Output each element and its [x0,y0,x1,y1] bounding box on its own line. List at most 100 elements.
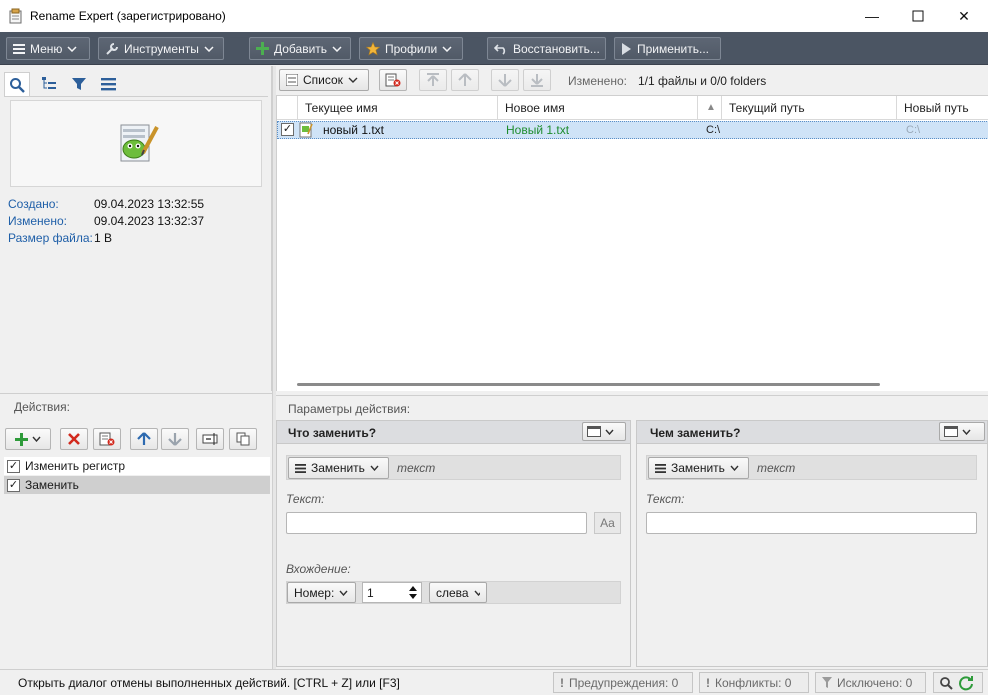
hamburger-icon [655,463,666,473]
list-icon [101,78,116,91]
row-checkbox[interactable]: ✓ [281,123,294,141]
modified-label: Изменено: [8,214,67,228]
refresh-icon [959,675,973,690]
chevron-down-icon [67,45,77,52]
tab-search[interactable] [4,72,30,96]
arrow-bottom-icon [531,74,543,87]
notepad-file-icon [113,119,161,170]
play-icon [622,42,631,55]
size-value: 1 B [94,231,113,245]
occurrence-strip: Номер: 1 слева [286,581,621,604]
copy-action-button[interactable] [229,428,257,450]
chevron-down-icon [348,77,358,83]
close-button[interactable]: ✕ [941,0,987,32]
replace-mode-select[interactable]: Заменить [648,457,749,479]
list-view-icon [286,74,298,86]
sort-up-icon[interactable]: ▲ [698,96,722,120]
replace-text-label: Текст: [646,492,685,506]
clear-actions-button[interactable] [93,428,121,450]
occurrence-number-spinner[interactable]: 1 [362,582,422,603]
move-up-button[interactable] [130,428,158,450]
replace-panel-options[interactable] [939,422,985,441]
chevron-down-icon [730,465,739,471]
occurrence-mode-select[interactable]: Номер: [287,582,356,603]
delete-action-button[interactable] [60,428,88,450]
chevron-down-icon [32,436,41,442]
chevron-down-icon [332,45,342,52]
search-refresh-button[interactable] [933,672,983,693]
grid-toolbar: Список Изменено: 1/1 файлы и 0/0 folders [276,66,988,95]
chevron-down-icon [370,465,379,471]
restore-button[interactable]: Восстановить... [487,37,606,60]
tab-list[interactable] [96,72,122,96]
main-toolbar: Меню Инструменты Добавить Профили Восста… [0,32,988,65]
move-down-button[interactable] [161,428,189,450]
chevron-down-icon [474,590,480,596]
move-bottom-button[interactable] [523,69,551,91]
actions-header: Действия: [0,393,272,420]
view-mode-select[interactable]: Список [279,69,369,91]
spin-arrows-icon[interactable] [408,585,418,600]
apply-button[interactable]: Применить... [614,37,721,60]
replace-panel: Чем заменить? Заменить текст Текст: [636,420,988,667]
menu-button[interactable]: Меню [6,37,90,60]
arrow-up-icon [458,73,472,86]
conflicts-indicator[interactable]: ! Конфликты: 0 [699,672,809,693]
copy-icon [236,432,250,446]
star-icon [366,41,380,55]
arrow-down-icon [498,74,512,87]
excluded-indicator[interactable]: Исключено: 0 [815,672,926,693]
maximize-icon [912,10,924,22]
arrow-down-icon [168,433,182,446]
maximize-button[interactable] [895,0,941,32]
move-top-button[interactable] [419,69,447,91]
move-up-button[interactable] [451,69,479,91]
occurrence-side-select[interactable]: слева [429,582,487,603]
check-column-header[interactable] [277,96,298,120]
checkbox[interactable]: ✓ [7,459,20,473]
table-row[interactable]: ✓ новый 1.txt Новый 1.txt C:\ C:\ [277,121,988,139]
arrow-top-icon [427,73,439,86]
params-header: Параметры действия: [276,395,988,419]
minimize-button[interactable]: — [849,0,895,32]
find-mode-select[interactable]: Заменить [288,457,389,479]
column-current-name[interactable]: Текущее имя [298,96,498,120]
replace-panel-header: Чем заменить? [637,421,987,444]
add-button[interactable]: Добавить [249,37,351,60]
tools-button[interactable]: Инструменты [98,37,224,60]
plus-icon [15,432,28,446]
action-item[interactable]: ✓ Заменить [4,476,270,494]
column-new-path[interactable]: Новый путь [897,96,988,120]
app-icon [8,8,24,24]
grid-header: Текущее имя Новое имя ▲ Текущий путь Нов… [277,96,988,120]
add-action-button[interactable] [5,428,51,450]
case-sensitive-toggle[interactable]: Aa [594,512,621,534]
rename-action-button[interactable] [196,428,224,450]
column-current-path[interactable]: Текущий путь [722,96,897,120]
tree-list-icon [42,77,56,89]
plus-icon [256,42,269,55]
checkbox[interactable]: ✓ [7,478,20,492]
find-panel-header: Что заменить? [277,421,630,444]
tab-tree[interactable] [36,72,62,96]
find-panel-options[interactable] [582,422,626,441]
cell-new-path: C:\ [906,124,921,136]
warnings-indicator[interactable]: ! Предупреждения: 0 [553,672,693,693]
cell-current-name: новый 1.txt [323,123,385,137]
horizontal-scrollbar[interactable] [297,383,880,386]
tab-filter[interactable] [66,72,92,96]
arrow-up-icon [137,432,151,445]
filter-icon [72,78,86,90]
profiles-button[interactable]: Профили [359,37,463,60]
clear-list-button[interactable] [379,69,407,91]
action-item[interactable]: ✓ Изменить регистр [4,457,270,475]
clear-list-icon [99,432,115,446]
column-new-name[interactable]: Новое имя [498,96,698,120]
move-down-button[interactable] [491,69,519,91]
find-text-input[interactable] [286,512,587,534]
search-icon [10,77,25,93]
replace-text-input[interactable] [646,512,977,534]
window-icon [587,426,601,437]
wrench-icon [106,42,118,55]
clear-list-icon [385,73,401,87]
